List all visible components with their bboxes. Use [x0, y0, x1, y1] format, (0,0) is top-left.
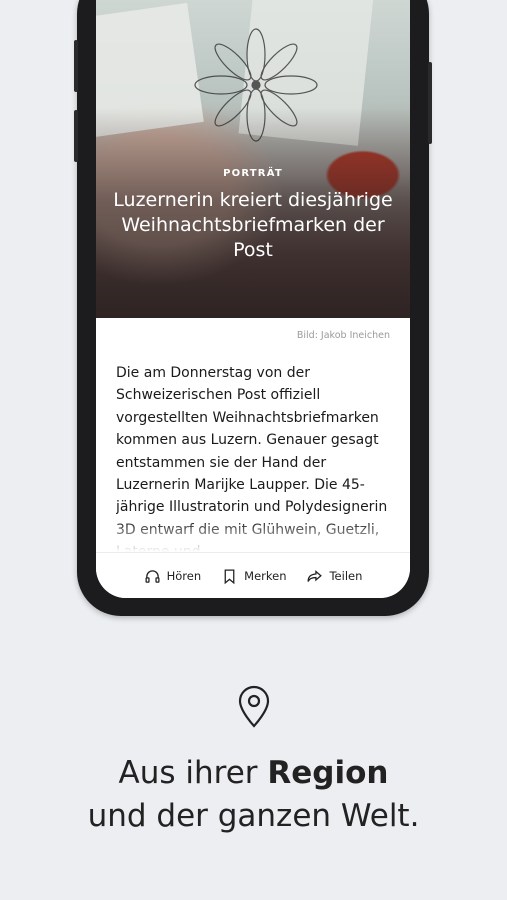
share-label: Teilen — [329, 569, 363, 583]
tagline-prefix: Aus ihrer — [118, 755, 268, 791]
headphones-icon — [145, 569, 160, 583]
article-category: PORTRÄT — [223, 168, 283, 179]
share-icon — [307, 569, 323, 582]
listen-button[interactable]: Hören — [144, 568, 202, 585]
bookmark-button[interactable]: Merken — [221, 568, 286, 585]
text-fade — [96, 520, 410, 552]
tagline-line-2: und der ganzen Welt. — [87, 798, 420, 834]
promo-tagline: Aus ihrer Region und der ganzen Welt. — [0, 752, 507, 838]
phone-side-button — [74, 40, 78, 92]
image-credit: Bild: Jakob Ineichen — [296, 330, 390, 341]
phone-screen: PORTRÄT Luzernerin kreiert diesjährige W… — [96, 0, 410, 598]
article-hero-image[interactable]: PORTRÄT Luzernerin kreiert diesjährige W… — [96, 0, 410, 318]
location-pin-icon — [238, 685, 270, 728]
tagline-region: Region — [267, 755, 389, 791]
bookmark-icon — [224, 568, 235, 584]
phone-side-button — [74, 110, 78, 162]
article-headline[interactable]: Luzernerin kreiert diesjährige Weihnacht… — [96, 188, 410, 263]
listen-label: Hören — [166, 569, 202, 583]
bookmark-label: Merken — [244, 569, 287, 583]
article-toolbar: Hören Merken Teilen — [96, 552, 410, 598]
tagline-line-1: Aus ihrer Region — [0, 752, 507, 795]
phone-power-button — [428, 62, 432, 144]
share-button[interactable]: Teilen — [306, 568, 362, 585]
